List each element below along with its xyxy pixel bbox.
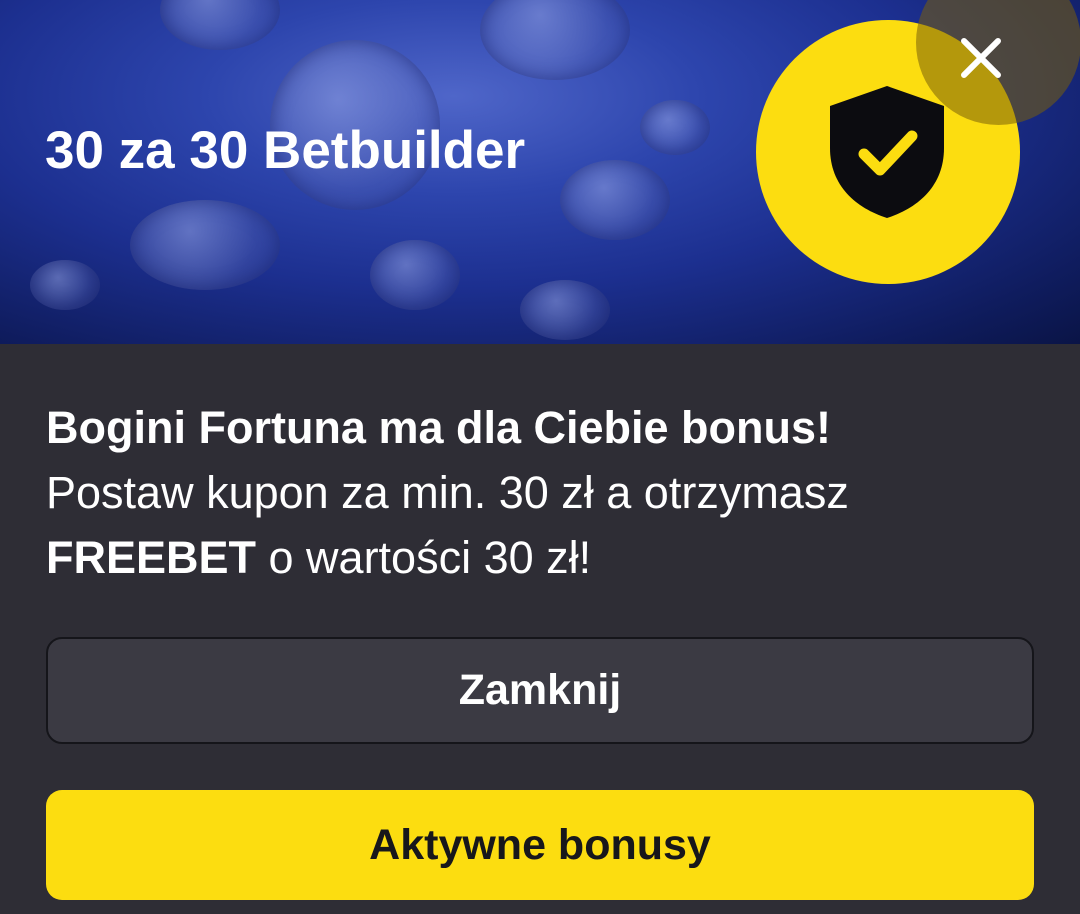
close-modal-button[interactable]: Zamknij xyxy=(46,637,1034,744)
freebet-emphasis: FREEBET xyxy=(46,532,257,583)
coin-decoration xyxy=(30,260,100,310)
coin-decoration xyxy=(560,160,670,240)
coin-decoration xyxy=(370,240,460,310)
coin-decoration xyxy=(640,100,710,155)
promo-description-part2: o wartości 30 zł! xyxy=(256,532,592,583)
coin-decoration xyxy=(160,0,280,50)
coin-decoration xyxy=(520,280,610,340)
promo-description-part1: Postaw kupon za min. 30 zł a otrzymasz xyxy=(46,467,849,518)
coin-decoration xyxy=(480,0,630,80)
promo-description: Postaw kupon za min. 30 zł a otrzymasz F… xyxy=(46,460,1046,590)
shield-check-icon xyxy=(830,86,944,218)
close-icon xyxy=(961,38,1001,78)
promo-title: 30 za 30 Betbuilder xyxy=(45,121,526,180)
promo-message: Bogini Fortuna ma dla Ciebie bonus! Post… xyxy=(46,395,1046,590)
promo-banner: 30 za 30 Betbuilder xyxy=(0,0,1080,344)
coin-decoration xyxy=(130,200,280,290)
active-bonuses-button[interactable]: Aktywne bonusy xyxy=(46,790,1034,900)
promo-modal: 30 za 30 Betbuilder Bogini Fortuna ma dl… xyxy=(0,0,1080,914)
promo-headline: Bogini Fortuna ma dla Ciebie bonus! xyxy=(46,402,832,453)
close-button[interactable] xyxy=(945,28,1017,92)
